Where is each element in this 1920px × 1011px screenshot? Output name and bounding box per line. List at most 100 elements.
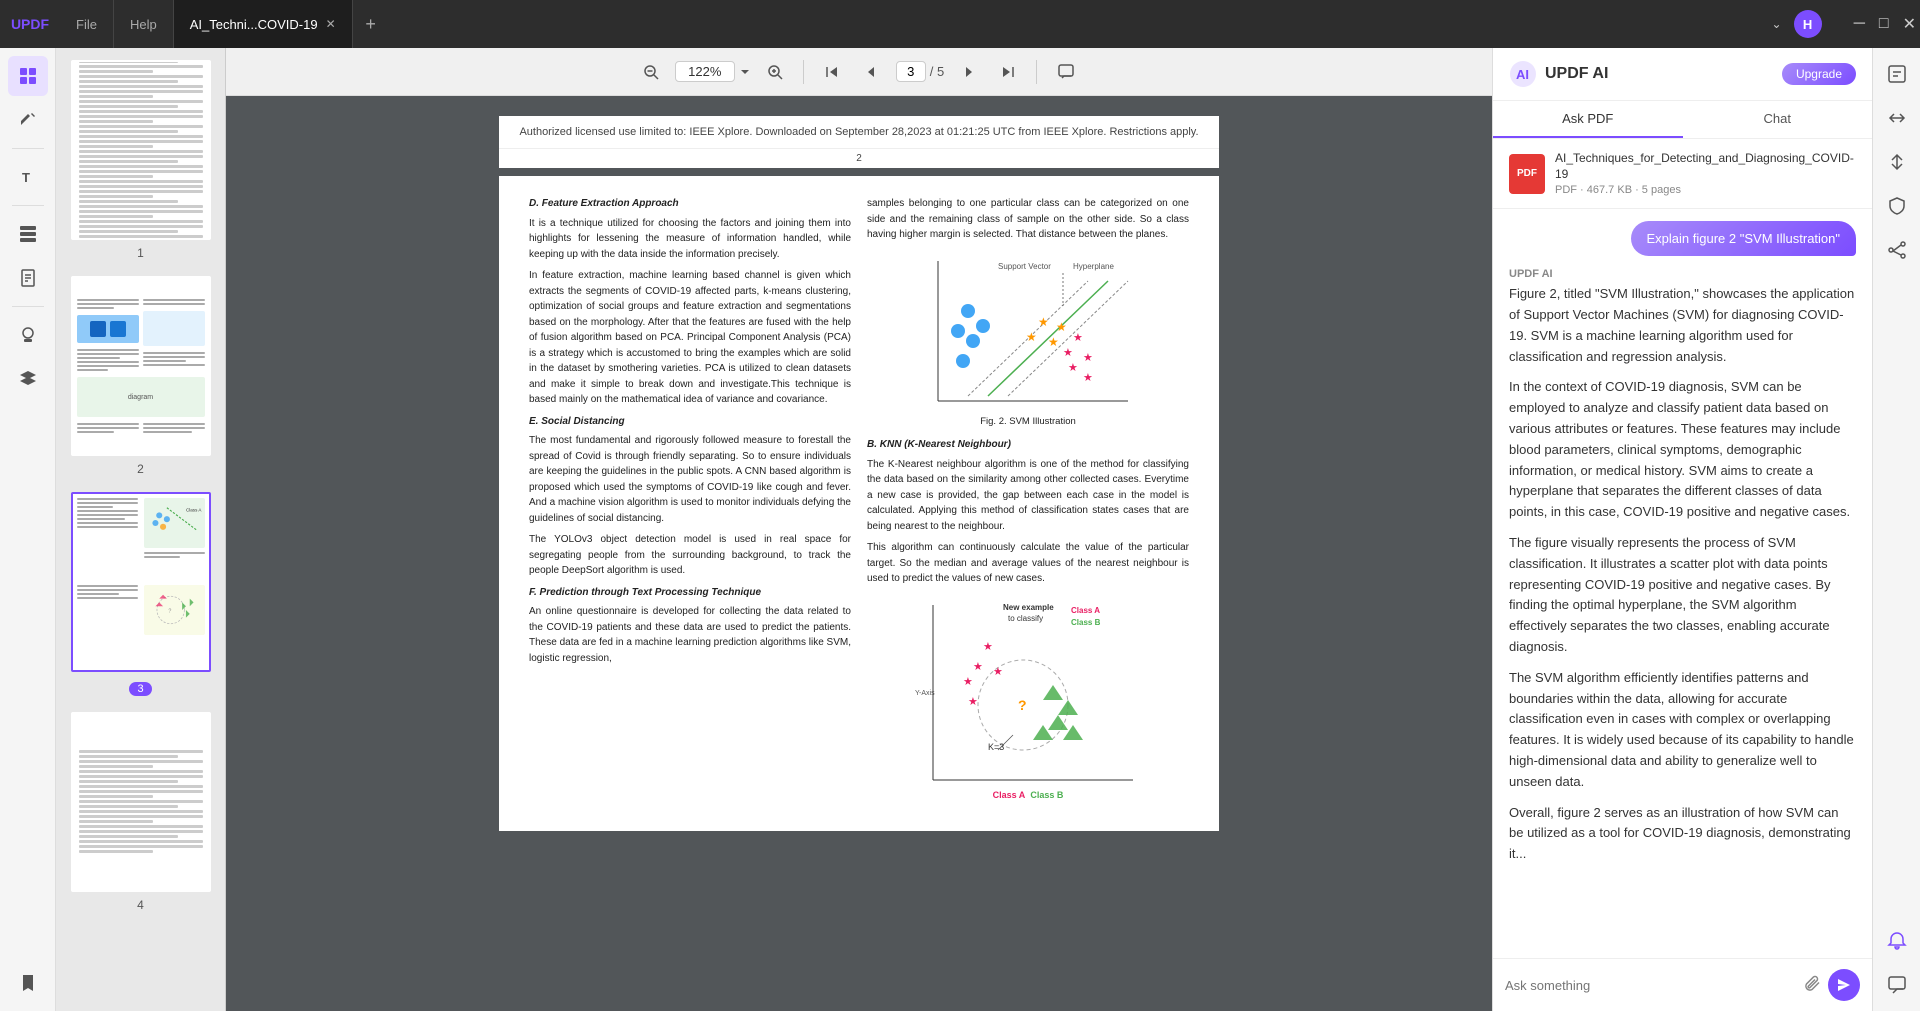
ai-response-p1: Figure 2, titled "SVM Illustration," sho… [1509, 284, 1856, 367]
main-area: T [0, 48, 1920, 1011]
svg-text:to classify: to classify [1008, 614, 1043, 623]
ai-send-button[interactable] [1828, 969, 1860, 1001]
file-meta: PDF · 467.7 KB · 5 pages [1555, 184, 1856, 196]
section-d-heading: D. Feature Extraction Approach [529, 196, 851, 212]
ai-attach-button[interactable] [1804, 974, 1822, 997]
thumbnail-page-4[interactable]: 4 [64, 712, 217, 912]
svg-text:★: ★ [1026, 330, 1037, 344]
svg-text:K=3: K=3 [988, 742, 1004, 752]
section-b-heading: B. KNN (K-Nearest Neighbour) [867, 437, 1189, 453]
sidebar-divider-3 [12, 306, 44, 307]
tab-close-icon[interactable]: ✕ [326, 17, 336, 31]
pdf-column-1: D. Feature Extraction Approach It is a t… [529, 196, 851, 811]
thumb-frame-4 [71, 712, 211, 892]
last-page-button[interactable] [992, 60, 1024, 84]
ocr-icon[interactable] [1879, 56, 1915, 92]
tab-doc[interactable]: AI_Techni...COVID-19 ✕ [174, 0, 353, 48]
tab-chat[interactable]: Chat [1683, 101, 1873, 138]
fig2-caption: Fig. 2. SVM Illustration [980, 415, 1076, 430]
protect-icon[interactable] [1879, 188, 1915, 224]
notification-icon[interactable] [1879, 923, 1915, 959]
svg-text:★: ★ [1063, 347, 1073, 359]
pdf-toolbar: 122% / 5 [226, 48, 1492, 96]
chat-icon[interactable] [1879, 967, 1915, 1003]
thumb-content-1 [73, 60, 209, 240]
dropdown-arrow-icon[interactable]: ⌄ [1772, 17, 1782, 31]
thumb-page-num-4: 4 [137, 898, 144, 912]
share-icon[interactable] [1879, 232, 1915, 268]
user-avatar[interactable]: H [1794, 10, 1822, 38]
convert-icon[interactable] [1879, 100, 1915, 136]
svg-text:Y-Axis: Y-Axis [915, 690, 935, 697]
thumb-page-num-1: 1 [137, 246, 144, 260]
thumb-content-4 [73, 744, 209, 861]
file-details: AI_Techniques_for_Detecting_and_Diagnosi… [1555, 151, 1856, 196]
ai-response-p5: Overall, figure 2 serves as an illustrat… [1509, 803, 1856, 865]
page-number-input[interactable] [896, 61, 926, 82]
svg-text:★: ★ [993, 666, 1003, 678]
page-number-center: 2 [499, 149, 1219, 168]
sidebar-icon-highlight[interactable] [8, 100, 48, 140]
pdf-area: 122% / 5 [226, 48, 1492, 1011]
figure-3-knn: Y-Axis New example to classify Class A C… [867, 595, 1189, 803]
upgrade-button[interactable]: Upgrade [1782, 63, 1856, 85]
first-page-button[interactable] [816, 60, 848, 84]
sidebar-divider-1 [12, 148, 44, 149]
zoom-display[interactable]: 122% [675, 61, 751, 82]
maximize-button[interactable]: □ [1875, 11, 1893, 37]
knn-caption: Class A Class B [993, 789, 1064, 803]
thumb-page-num-2: 2 [137, 462, 144, 476]
svg-text:★: ★ [1068, 362, 1078, 374]
top-right-actions: ⌄ H ─ □ ✕ [1772, 10, 1920, 38]
col2-p1: samples belonging to one particular clas… [867, 196, 1189, 243]
section-f-heading: F. Prediction through Text Processing Te… [529, 585, 851, 601]
svg-text:★: ★ [963, 676, 973, 688]
col2-p3: This algorithm can continuously calculat… [867, 540, 1189, 587]
sidebar-icon-layout[interactable] [8, 214, 48, 254]
tab-add-button[interactable]: + [353, 14, 389, 35]
sidebar-icon-bookmark[interactable] [8, 963, 48, 1003]
knn-illustration-svg: Y-Axis New example to classify Class A C… [913, 595, 1143, 785]
tab-file[interactable]: File [60, 0, 114, 48]
minimize-button[interactable]: ─ [1850, 11, 1869, 37]
thumb-frame-2: diagram [71, 276, 211, 456]
ai-search-input[interactable] [1505, 978, 1796, 993]
thumbnail-page-3[interactable]: Class A [64, 492, 217, 696]
thumbnail-page-1[interactable]: 1 [64, 60, 217, 260]
tab-file-label: File [76, 17, 97, 32]
page-header-text: Authorized licensed use limited to: IEEE… [499, 116, 1219, 149]
tab-help[interactable]: Help [114, 0, 174, 48]
zoom-out-button[interactable] [635, 60, 667, 84]
sidebar-icon-grid[interactable] [8, 56, 48, 96]
svg-text:★: ★ [1073, 332, 1083, 344]
zoom-in-button[interactable] [759, 60, 791, 84]
svg-text:★: ★ [1048, 335, 1059, 349]
section-d-p2: In feature extraction, machine learning … [529, 268, 851, 408]
svg-text:?: ? [1018, 697, 1027, 713]
tab-help-label: Help [130, 17, 157, 32]
sidebar-icon-page[interactable] [8, 258, 48, 298]
ai-panel: AI UPDF AI Upgrade Ask PDF Chat PDF AI_T… [1492, 48, 1872, 1011]
ai-input-area [1493, 958, 1872, 1011]
next-page-button[interactable] [952, 60, 984, 84]
comment-button[interactable] [1049, 59, 1083, 85]
svg-text:Class B: Class B [1071, 618, 1101, 627]
prev-page-button[interactable] [856, 60, 888, 84]
explain-bubble[interactable]: Explain figure 2 "SVM Illustration" [1631, 221, 1856, 256]
compress-icon[interactable] [1879, 144, 1915, 180]
toolbar-divider-2 [1036, 60, 1037, 84]
sidebar-icon-text[interactable]: T [8, 157, 48, 197]
tab-ask-pdf[interactable]: Ask PDF [1493, 101, 1683, 138]
thumbnail-page-2[interactable]: diagram 2 [64, 276, 217, 476]
close-button[interactable]: ✕ [1899, 10, 1920, 38]
ai-input-icons [1804, 969, 1860, 1001]
svg-text:Class A: Class A [1071, 606, 1100, 615]
section-e-p4: The YOLOv3 object detection model is use… [529, 532, 851, 579]
sidebar-icon-stamp[interactable] [8, 315, 48, 355]
left-sidebar: T [0, 48, 56, 1011]
section-d-p1: It is a technique utilized for choosing … [529, 216, 851, 263]
zoom-value[interactable]: 122% [675, 61, 735, 82]
sidebar-icon-layers[interactable] [8, 359, 48, 399]
tab-bar: File Help AI_Techni...COVID-19 ✕ + [60, 0, 1772, 48]
pdf-file-icon: PDF [1509, 154, 1545, 194]
